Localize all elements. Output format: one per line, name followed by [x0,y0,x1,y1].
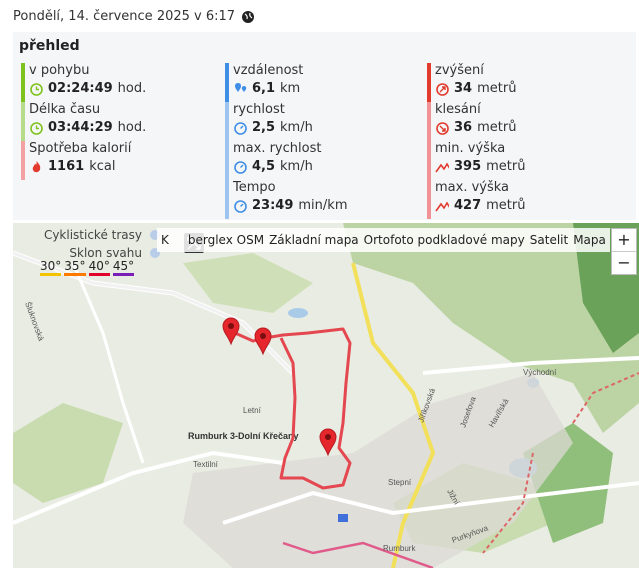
date-text: Pondělí, 14. července 2025 v 6:17 [13,9,236,24]
map-marker-dot [228,323,234,329]
map-marker-dot [260,333,266,339]
slope-legend: 30° 35° 40° 45° [40,259,135,276]
stat-pace: Tempo 23:49 min/km [225,180,347,219]
header: Pondělí, 14. července 2025 v 6:17 [13,9,255,24]
place-label-letni: Letní [243,406,262,415]
zoom-control: + − [611,228,637,275]
basemap-option-mapa[interactable]: Mapa [573,233,606,247]
stat-ascent: zvýšení 34 metrů [427,63,525,102]
map-layer-toggles: Cyklistické trasy Sklon svahu [0,226,160,262]
stat-duration: Délka času 03:44:29 hod. [21,102,146,141]
clock-icon [29,121,43,135]
stat-max-speed: max. rychlost 4,5 km/h [225,141,347,180]
basemap-option-ortofoto[interactable]: Ortofoto podkladové mapy [364,233,525,247]
zoom-out-button[interactable]: − [612,251,636,274]
stat-distance: vzdálenost 6,1 km [225,63,347,102]
place-label-stepni: Stepní [388,478,412,487]
ascent-icon [435,82,449,96]
stats-column-elevation: zvýšení 34 metrů klesání 36 metrů min. výš… [427,63,525,219]
stat-descent: klesání 36 metrů [427,102,525,141]
train-station-icon [338,514,348,522]
stats-column-distance: vzdálenost 6,1 km rychlost 2,5 km/h max. r… [225,63,347,219]
overview-panel: přehled v pohybu 02:24:49 hod. Délka času… [13,32,636,220]
stat-calories: Spotřeba kalorií 1161 kcal [21,141,146,180]
panel-title: přehled [19,38,80,54]
layer-toggle-cycling[interactable]: Cyklistické trasy [0,226,160,244]
place-label-vychodni: Východní [523,368,557,377]
basemap-option-berglex[interactable]: berglex OSM [188,233,264,247]
zoom-in-button[interactable]: + [612,229,636,251]
descent-icon [435,121,449,135]
place-label-rumburk: Rumburk [383,544,416,553]
stat-speed: rychlost 2,5 km/h [225,102,347,141]
place-label-rumburk-3: Rumburk 3-Dolní Křečany [188,431,299,441]
stats-column-time: v pohybu 02:24:49 hod. Délka času 03:44:2… [21,63,146,180]
clock-icon [29,82,43,96]
stat-max-altitude: max. výška 427 metrů [427,180,525,219]
basemap-option-zakladni[interactable]: Základní mapa [269,233,359,247]
map-pin-icon [233,82,247,96]
mountain-icon [435,199,449,213]
speedometer-icon [233,121,247,135]
mountain-icon [435,160,449,174]
speedometer-icon [233,160,247,174]
map-marker-dot [325,434,331,440]
speedometer-icon [233,199,247,213]
stat-min-altitude: min. výška 395 metrů [427,141,525,180]
flame-icon [29,160,43,174]
globe-icon[interactable] [241,10,255,24]
basemap-option-satelit[interactable]: Satelit [530,233,568,247]
basemap-switcher: K berglex OSM Základní mapa Ortofoto pod… [157,228,610,252]
stat-moving: v pohybu 02:24:49 hod. [21,63,146,102]
basemap-option-k[interactable]: K [161,233,169,247]
place-label-textilni: Textilní [193,460,219,469]
